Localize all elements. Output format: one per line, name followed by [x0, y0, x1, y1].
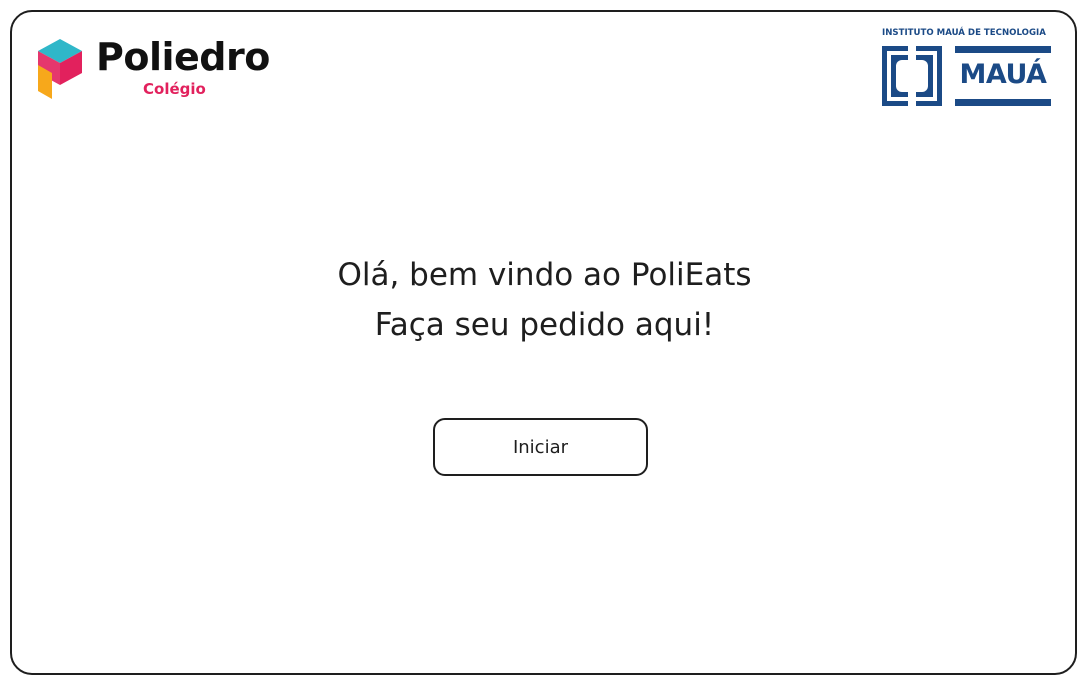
maua-bottom-bar — [955, 99, 1051, 106]
start-button[interactable]: Iniciar — [433, 418, 648, 476]
welcome-message: Olá, bem vindo ao PoliEats Faça seu pedi… — [0, 250, 1089, 350]
poliedro-cube-icon — [38, 39, 82, 99]
maua-logo: INSTITUTO MAUÁ DE TECNOLOGIA MAUÁ — [882, 27, 1052, 109]
maua-caption: INSTITUTO MAUÁ DE TECNOLOGIA — [882, 28, 1046, 38]
poliedro-name: Poliedro — [96, 35, 270, 79]
maua-top-bar — [955, 46, 1051, 53]
maua-name: MAUÁ — [959, 59, 1047, 90]
welcome-line-1: Olá, bem vindo ao PoliEats — [337, 257, 752, 293]
maua-wordmark: MAUÁ — [955, 46, 1051, 106]
poliedro-subtitle: Colégio — [143, 80, 206, 98]
maua-emblem-icon — [882, 46, 942, 106]
poliedro-logo: Poliedro Colégio — [36, 33, 270, 103]
welcome-line-2: Faça seu pedido aqui! — [374, 307, 715, 343]
